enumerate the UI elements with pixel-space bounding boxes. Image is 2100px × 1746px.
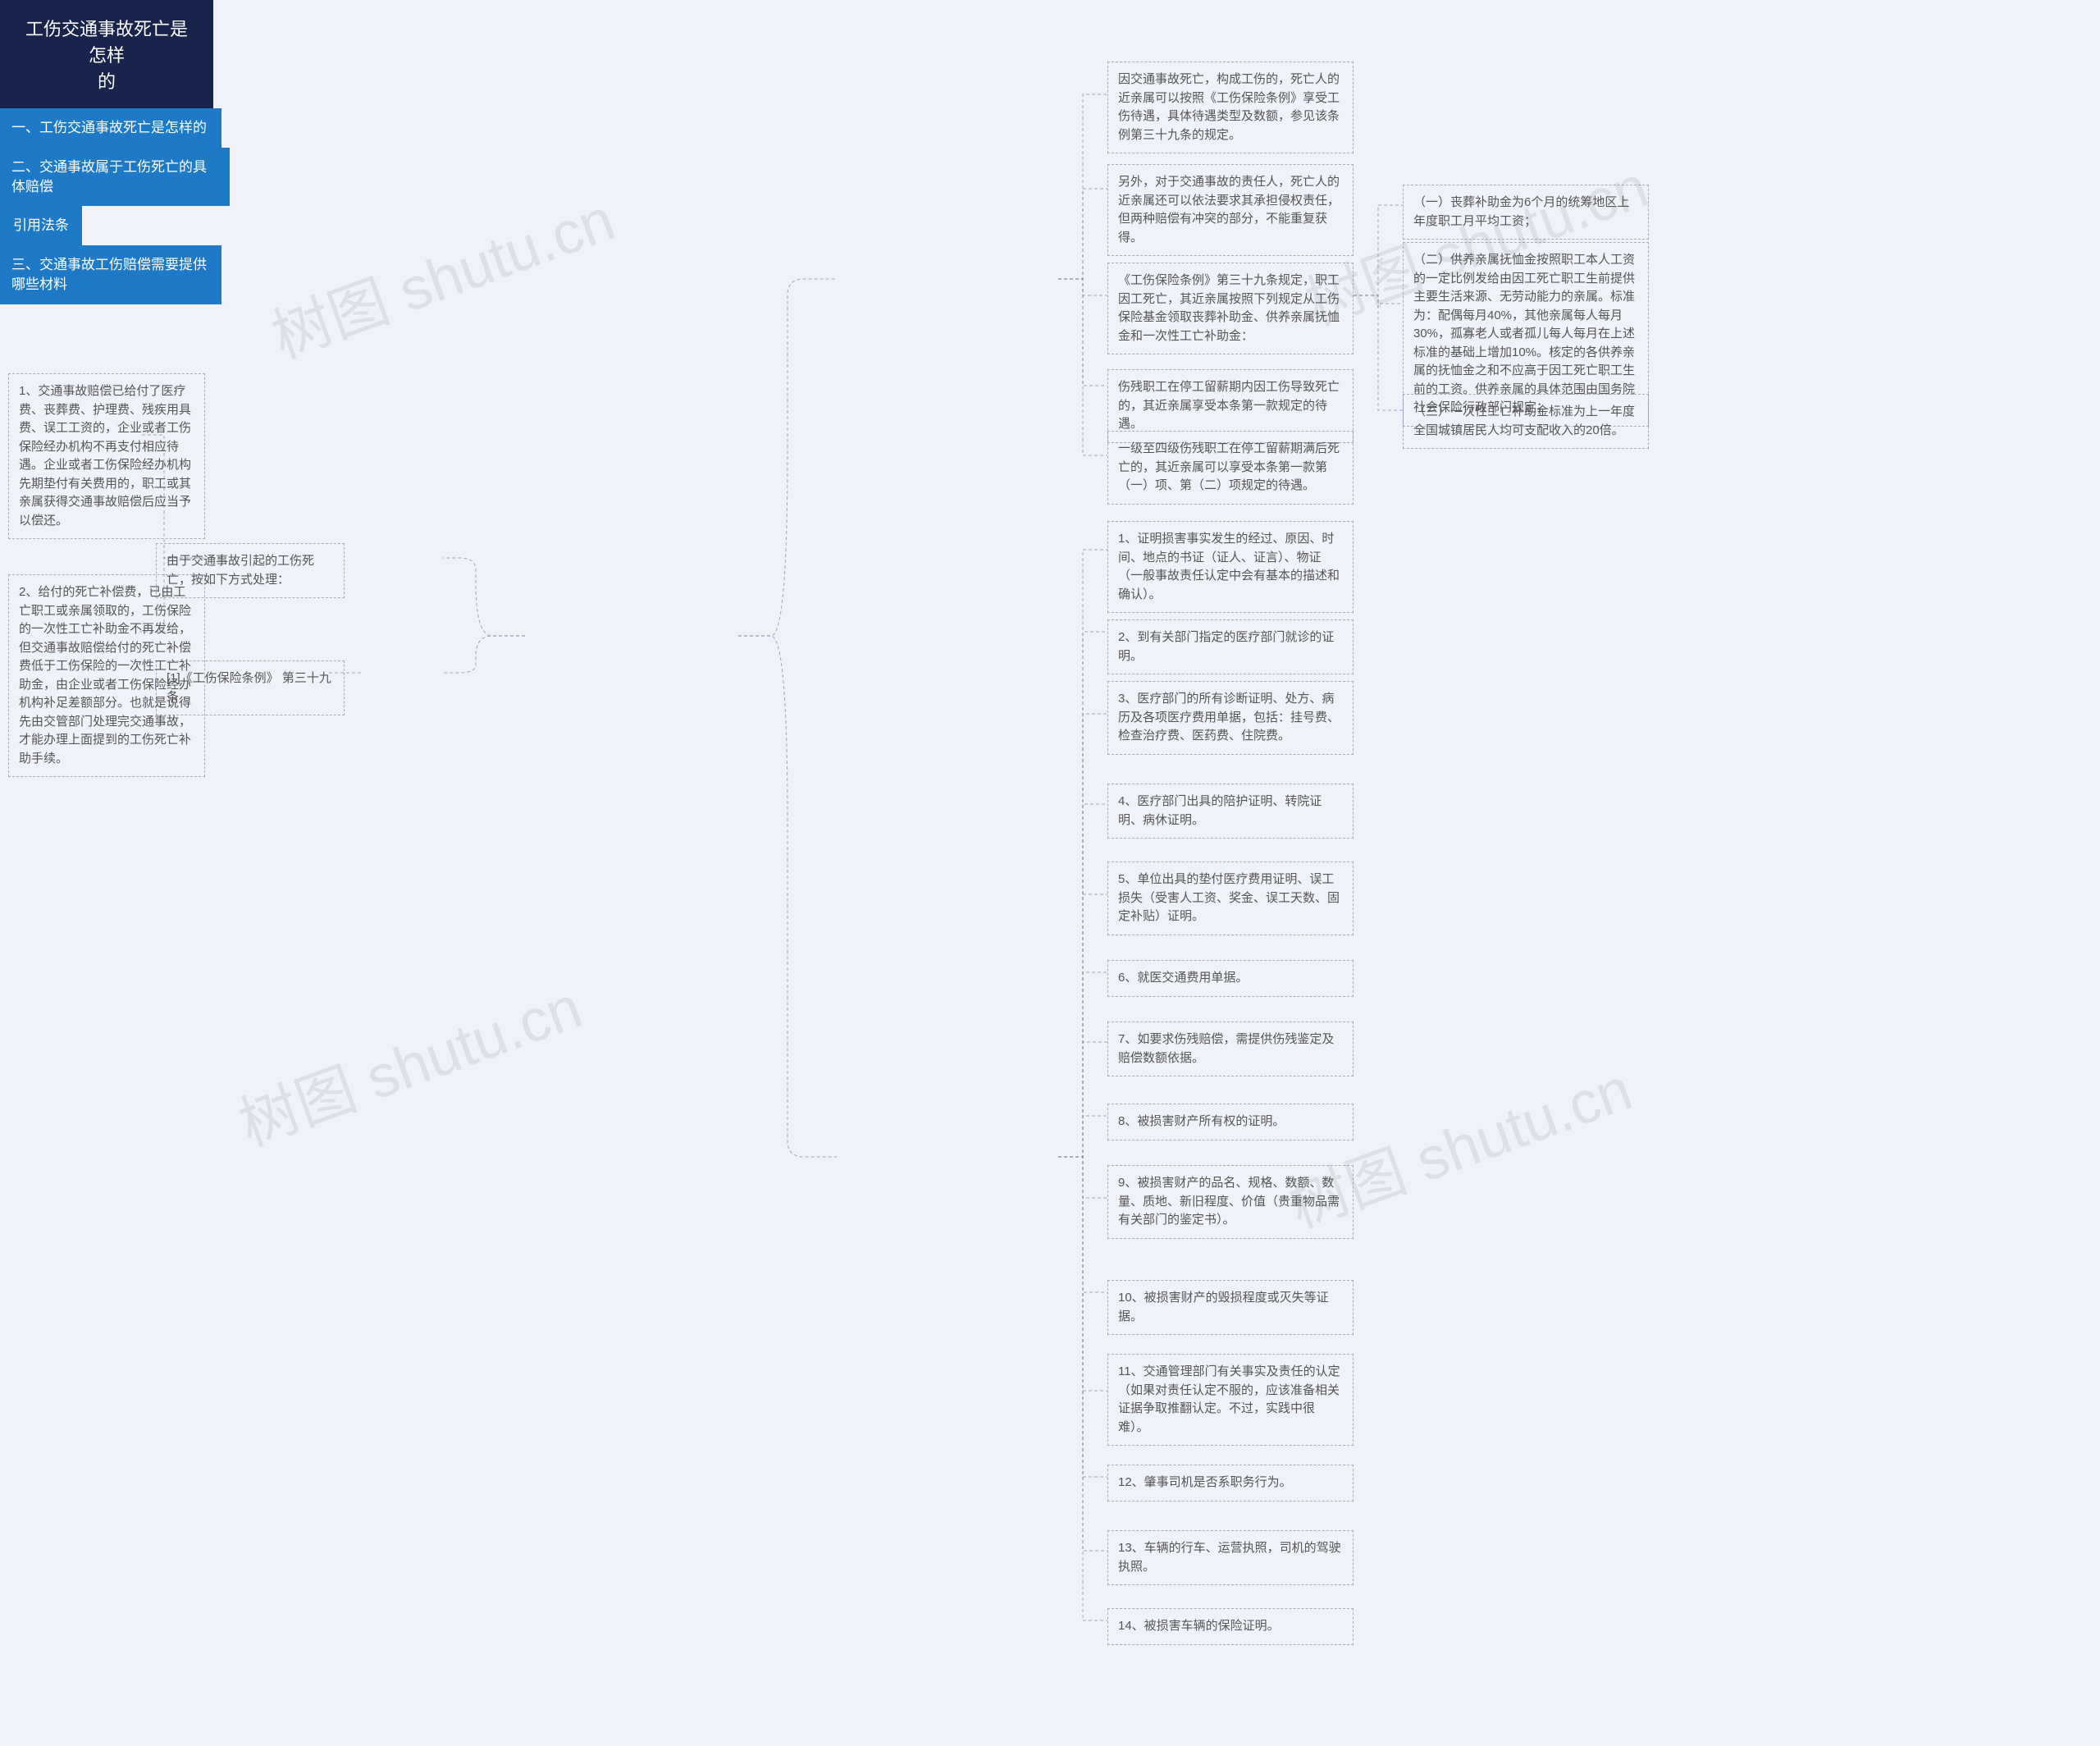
connector-lines [0, 0, 2100, 1746]
b3-node-11[interactable]: 11、交通管理部门有关事实及责任的认定 （如果对责任认定不服的，应该准备相关证据… [1107, 1354, 1354, 1446]
b3-node-2[interactable]: 2、到有关部门指定的医疗部门就诊的证明。 [1107, 619, 1354, 674]
b3-node-10[interactable]: 10、被损害财产的毁损程度或灭失等证据。 [1107, 1280, 1354, 1335]
b1-node-5[interactable]: 一级至四级伤残职工在停工留薪期满后死亡的，其近亲属可以享受本条第一款第（一）项、… [1107, 431, 1354, 505]
b1-node-2[interactable]: 另外，对于交通事故的责任人，死亡人的近亲属还可以依法要求其承担侵权责任，但两种赔… [1107, 164, 1354, 256]
root-title-line1: 工伤交通事故死亡是怎样 [25, 19, 188, 66]
b3-node-12[interactable]: 12、肇事司机是否系职务行为。 [1107, 1465, 1354, 1501]
b3-node-1[interactable]: 1、证明损害事实发生的经过、原因、时间、地点的书证（证人、证言）、物证 （一般事… [1107, 521, 1354, 613]
b2-node-1[interactable]: 1、交通事故赔偿已给付了医疗费、丧葬费、护理费、残疾用具费、误工工资的，企业或者… [8, 373, 205, 539]
branch-4[interactable]: 引用法条 [0, 206, 82, 245]
root-node[interactable]: 工伤交通事故死亡是怎样 的 [0, 0, 213, 108]
branch-2[interactable]: 二、交通事故属于工伤死亡的具体赔偿 [0, 148, 230, 207]
b1-node-3[interactable]: 《工伤保险条例》第三十九条规定，职工因工死亡，其近亲属按照下列规定从工伤保险基金… [1107, 263, 1354, 354]
mindmap-container: 工伤交通事故死亡是怎样 的 一、工伤交通事故死亡是怎样的 因交通事故死亡，构成工… [0, 0, 2100, 1746]
b3-node-13[interactable]: 13、车辆的行车、运营执照，司机的驾驶执照。 [1107, 1530, 1354, 1585]
b1-node-3c[interactable]: （三）一次性工亡补助金标准为上一年度全国城镇居民人均可支配收入的20倍。 [1403, 394, 1649, 449]
b4-node-1[interactable]: [1]《工伤保险条例》 第三十九条 [156, 660, 345, 715]
root-title-line2: 的 [98, 71, 116, 92]
b3-node-14[interactable]: 14、被损害车辆的保险证明。 [1107, 1608, 1354, 1645]
b3-node-6[interactable]: 6、就医交通费用单据。 [1107, 960, 1354, 997]
b3-node-5[interactable]: 5、单位出具的垫付医疗费用证明、误工损失（受害人工资、奖金、误工天数、固定补贴）… [1107, 862, 1354, 935]
b1-node-3a[interactable]: （一）丧葬补助金为6个月的统筹地区上年度职工月平均工资； [1403, 185, 1649, 240]
b3-node-7[interactable]: 7、如要求伤残赔偿，需提供伤残鉴定及赔偿数额依据。 [1107, 1022, 1354, 1076]
b3-node-9[interactable]: 9、被损害财产的品名、规格、数额、数量、质地、新旧程度、价值（贵重物品需有关部门… [1107, 1165, 1354, 1239]
b3-node-4[interactable]: 4、医疗部门出具的陪护证明、转院证明、病休证明。 [1107, 784, 1354, 839]
b3-node-3[interactable]: 3、医疗部门的所有诊断证明、处方、病历及各项医疗费用单据，包括：挂号费、检查治疗… [1107, 681, 1354, 755]
b3-node-8[interactable]: 8、被损害财产所有权的证明。 [1107, 1104, 1354, 1140]
branch-1[interactable]: 一、工伤交通事故死亡是怎样的 [0, 108, 221, 148]
branch-3[interactable]: 三、交通事故工伤赔偿需要提供哪些材料 [0, 245, 221, 304]
b1-node-1[interactable]: 因交通事故死亡，构成工伤的，死亡人的近亲属可以按照《工伤保险条例》享受工伤待遇，… [1107, 62, 1354, 153]
